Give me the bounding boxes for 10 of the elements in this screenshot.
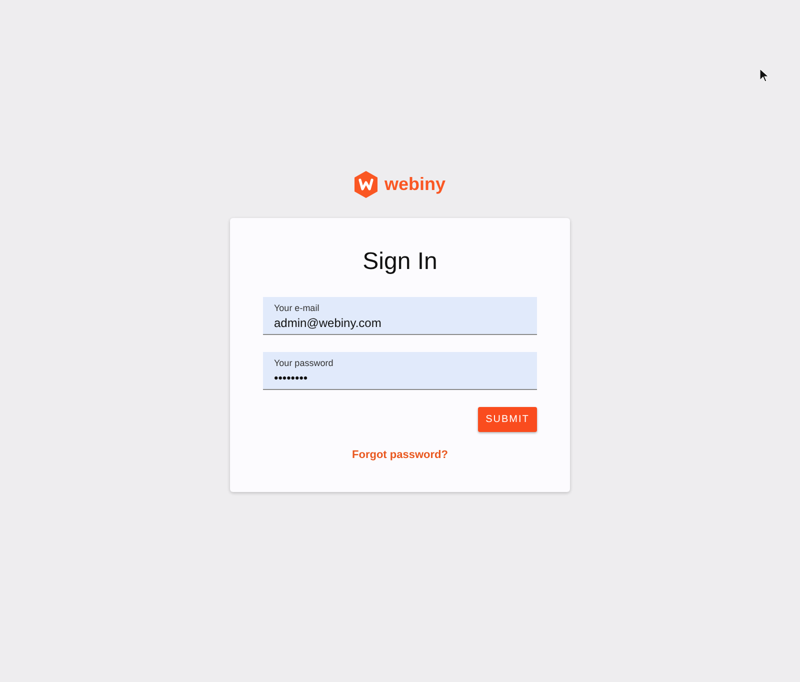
logo-wordmark: webiny (384, 175, 446, 193)
logo-icon (354, 170, 378, 198)
sign-in-title: Sign In (362, 248, 438, 276)
field-label: Your password (274, 358, 334, 368)
field-value: •••••••• (274, 370, 309, 387)
field-label: Your e-mail (274, 303, 320, 313)
input-field[interactable]: Your e-mail admin@webiny.com (263, 297, 537, 335)
field-value: admin@webiny.com (274, 315, 382, 332)
input-field[interactable]: Your password •••••••• (263, 352, 537, 390)
pointer-icon (760, 69, 769, 82)
